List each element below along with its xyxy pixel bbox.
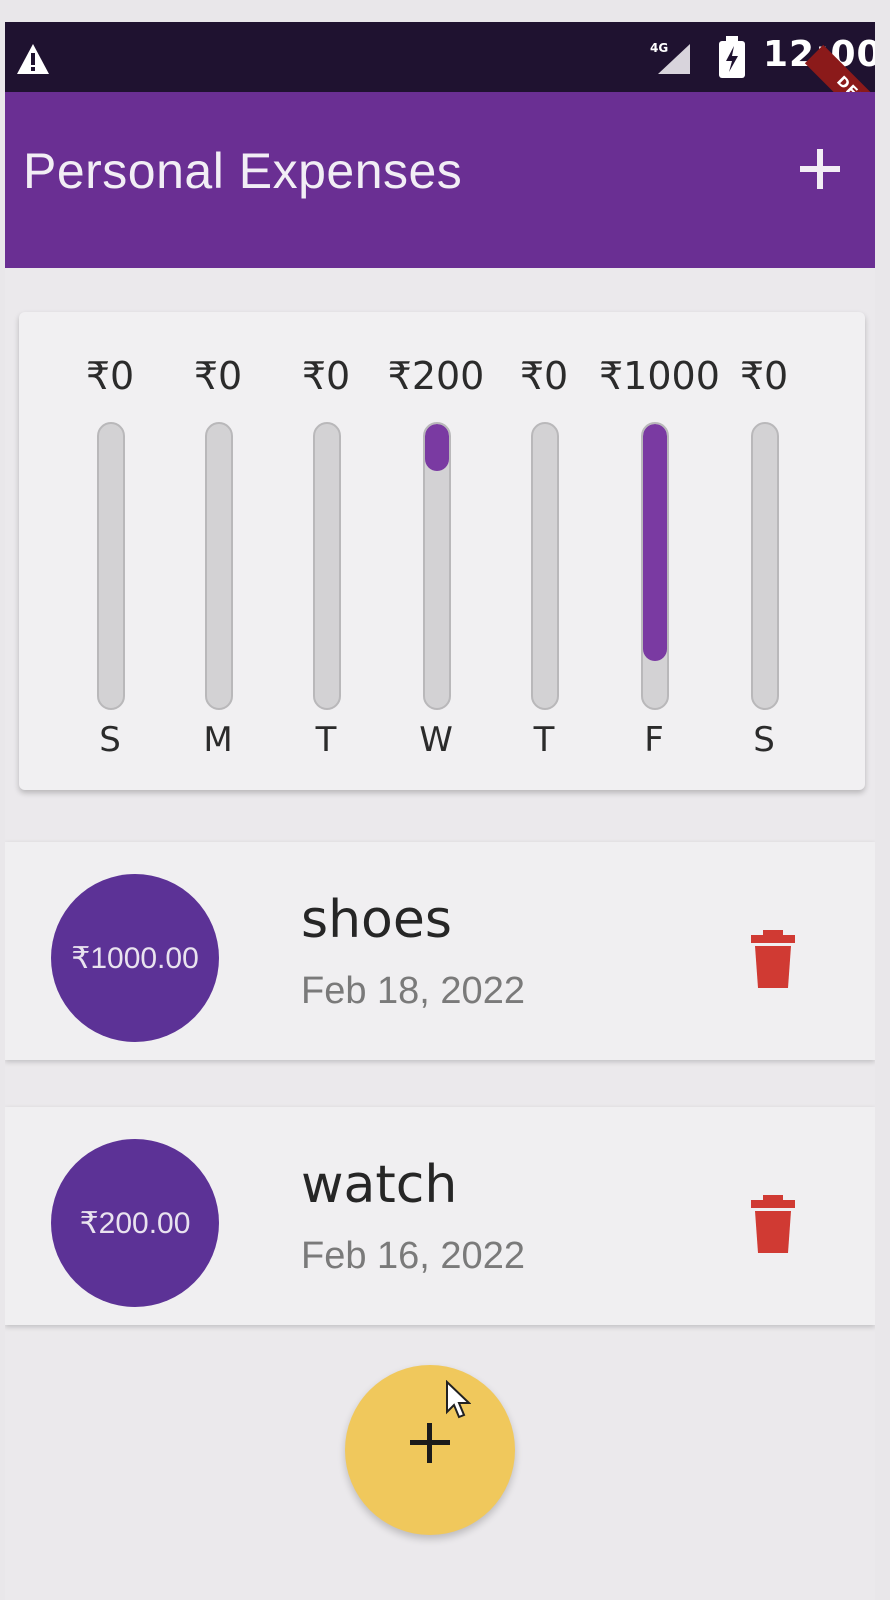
- delete-button[interactable]: [747, 930, 799, 990]
- bar-day-label: T: [315, 720, 337, 760]
- bar-day-label: S: [753, 720, 775, 760]
- bar-amount-label: ₹200: [387, 354, 485, 398]
- bar-track: [531, 422, 559, 710]
- transaction-item: ₹200.00 watch Feb 16, 2022: [5, 1107, 875, 1325]
- signal-4g-icon: 4G: [650, 41, 690, 74]
- transaction-date: Feb 18, 2022: [301, 970, 525, 1012]
- bar-amount-label: ₹0: [193, 354, 243, 398]
- plus-icon: [410, 1423, 450, 1463]
- bar-amount-label: ₹0: [85, 354, 135, 398]
- transaction-date: Feb 16, 2022: [301, 1235, 525, 1277]
- bar-amount-label: ₹0: [739, 354, 789, 398]
- delete-button[interactable]: [747, 1195, 799, 1255]
- bar-track: [97, 422, 125, 710]
- chart-bar-column: ₹0 M: [163, 312, 273, 790]
- bar-day-label: W: [419, 720, 453, 760]
- page-title: Personal Expenses: [23, 143, 463, 199]
- app-bar: Personal Expenses: [5, 92, 875, 268]
- mouse-cursor-icon: [446, 1380, 471, 1419]
- bar-day-label: T: [533, 720, 555, 760]
- bar-day-label: S: [99, 720, 121, 760]
- warning-icon: [17, 44, 49, 74]
- battery-charging-icon: [719, 36, 745, 78]
- bar-fill: [425, 424, 449, 472]
- transaction-item: ₹1000.00 shoes Feb 18, 2022: [5, 842, 875, 1060]
- chart-bar-column: ₹0 T: [271, 312, 381, 790]
- chart-bar-column: ₹0 S: [55, 312, 165, 790]
- bar-day-label: F: [644, 720, 664, 760]
- bar-track: [641, 422, 669, 710]
- status-bar: 4G 12:00 DEBUG: [5, 22, 875, 156]
- bar-amount-label: ₹0: [519, 354, 569, 398]
- amount-avatar: ₹1000.00: [51, 874, 219, 1042]
- bar-fill: [643, 424, 667, 661]
- chart-bar-column: ₹0 S: [709, 312, 819, 790]
- bar-amount-label: ₹0: [301, 354, 351, 398]
- app-screen: 4G 12:00 DEBUG Personal Expenses ₹0S₹0M₹…: [5, 22, 875, 1600]
- chart-bar-column: ₹1000 F: [599, 312, 720, 790]
- chart-bar-column: ₹200 W: [381, 312, 491, 790]
- bar-track: [205, 422, 233, 710]
- weekly-chart-card: ₹0 S ₹0 M ₹0 T ₹200 W ₹0 T ₹1000 F ₹0 S: [19, 312, 865, 790]
- trash-icon: [751, 1195, 795, 1253]
- transaction-title: shoes: [301, 890, 452, 950]
- add-transaction-button[interactable]: [798, 147, 842, 191]
- transaction-title: watch: [301, 1155, 458, 1215]
- bar-amount-label: ₹1000: [599, 354, 720, 398]
- svg-text:4G: 4G: [650, 41, 668, 55]
- floating-add-button[interactable]: [345, 1365, 515, 1535]
- amount-avatar: ₹200.00: [51, 1139, 219, 1307]
- bar-track: [313, 422, 341, 710]
- chart-bar-column: ₹0 T: [489, 312, 599, 790]
- bar-track: [751, 422, 779, 710]
- bar-track: [423, 422, 451, 710]
- bar-day-label: M: [203, 720, 233, 760]
- trash-icon: [751, 930, 795, 988]
